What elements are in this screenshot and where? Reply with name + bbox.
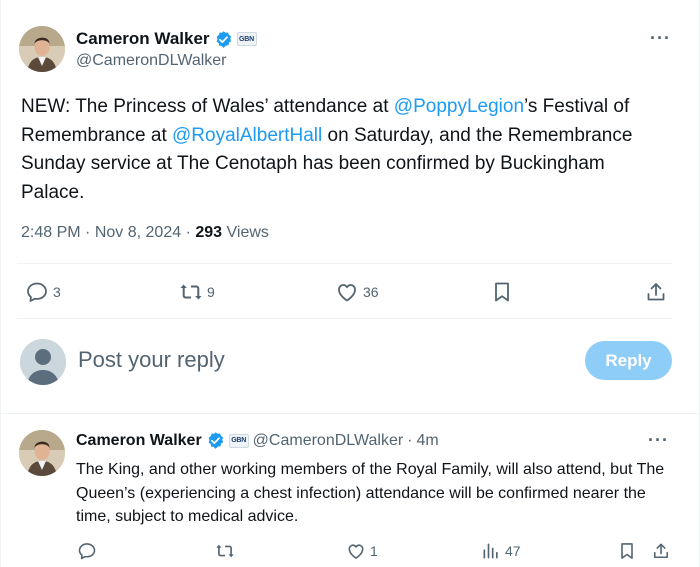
bookmark-button[interactable] — [490, 280, 514, 304]
meta-separator: · — [407, 431, 413, 449]
reply-action[interactable]: 3 — [25, 280, 61, 304]
author-avatar[interactable] — [19, 430, 65, 476]
more-options-icon[interactable]: ··· — [648, 430, 669, 451]
views-label: Views — [226, 224, 269, 241]
more-options-icon[interactable]: ··· — [650, 28, 671, 49]
share-button[interactable] — [651, 541, 671, 561]
reply-button[interactable]: Reply — [585, 341, 672, 380]
tweet-meta: 2:48 PM · Nov 8, 2024 · 293 Views — [21, 224, 269, 242]
repost-action[interactable]: 9 — [179, 280, 215, 304]
reply-count: 3 — [53, 284, 61, 300]
bookmark-button[interactable] — [617, 541, 637, 561]
repost-icon — [179, 280, 203, 304]
heart-icon — [346, 541, 366, 561]
divider — [17, 263, 672, 264]
author-handle[interactable]: @CameronDLWalker — [76, 52, 227, 70]
verified-badge-icon[interactable] — [206, 431, 225, 450]
tweet-age[interactable]: 4m — [417, 432, 439, 450]
repost-icon — [215, 541, 235, 561]
like-count: 36 — [363, 284, 379, 300]
views-count: 293 — [195, 224, 223, 241]
repost-action[interactable] — [215, 541, 235, 561]
bookmark-icon — [490, 280, 514, 304]
current-user-avatar[interactable] — [20, 339, 66, 385]
author-name[interactable]: Cameron Walker — [76, 432, 202, 450]
affiliation-badge-icon[interactable]: GBN — [228, 433, 249, 448]
author-handle[interactable]: @CameronDLWalker — [253, 432, 404, 450]
meta-separator: · — [85, 224, 95, 241]
mention-link-poppylegion[interactable]: @PoppyLegion — [394, 96, 524, 117]
repost-count: 9 — [207, 284, 215, 300]
analytics-icon — [481, 541, 501, 561]
reply-icon — [77, 541, 97, 561]
section-divider — [1, 413, 700, 414]
views-count: 47 — [505, 543, 521, 559]
reply-input[interactable]: Post your reply — [78, 347, 225, 373]
author-name-row: Cameron Walker GBN @CameronDLWalker · 4m — [76, 431, 439, 450]
like-count: 1 — [370, 543, 378, 559]
bookmark-icon — [617, 541, 637, 561]
main-tweet: Cameron Walker GBN @CameronDLWalker ··· … — [1, 0, 700, 405]
meta-separator: · — [185, 224, 196, 241]
share-icon — [651, 541, 671, 561]
author-name-row: Cameron Walker GBN — [76, 29, 257, 49]
like-action[interactable]: 1 — [346, 541, 378, 561]
share-button[interactable] — [644, 280, 668, 304]
author-avatar[interactable] — [19, 26, 65, 72]
verified-badge-icon[interactable] — [214, 30, 233, 49]
tweet-text-segment: NEW: The Princess of Wales’ attendance a… — [21, 96, 394, 117]
tweet-time[interactable]: 2:48 PM — [21, 224, 81, 241]
reply-icon — [25, 280, 49, 304]
share-icon — [644, 280, 668, 304]
like-action[interactable]: 36 — [335, 280, 379, 304]
conversation-panel: Cameron Walker GBN @CameronDLWalker ··· … — [0, 0, 700, 567]
mention-link-royalalberthall[interactable]: @RoyalAlbertHall — [172, 125, 322, 146]
reply-action[interactable] — [77, 541, 97, 561]
tweet-text: NEW: The Princess of Wales’ attendance a… — [21, 93, 671, 207]
reply-tweet-text: The King, and other working members of t… — [76, 461, 665, 525]
author-name[interactable]: Cameron Walker — [76, 29, 210, 49]
tweet-date[interactable]: Nov 8, 2024 — [95, 224, 181, 241]
affiliation-badge-icon[interactable]: GBN — [236, 32, 257, 46]
divider — [17, 318, 672, 319]
heart-icon — [335, 280, 359, 304]
analytics-action[interactable]: 47 — [481, 541, 521, 561]
